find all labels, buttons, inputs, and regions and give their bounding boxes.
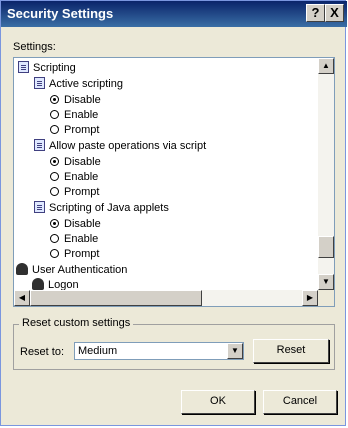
- radio-active-scripting-disable[interactable]: Disable: [50, 93, 101, 108]
- chevron-down-icon[interactable]: ▼: [227, 343, 243, 359]
- tree-item-label: Allow paste operations via script: [49, 140, 207, 152]
- radio-label: Enable: [64, 233, 99, 245]
- scroll-down-button[interactable]: ▼: [318, 274, 334, 290]
- radio-allow-paste-prompt[interactable]: Prompt: [50, 185, 99, 200]
- radio-java-applets-enable[interactable]: Enable: [50, 232, 98, 247]
- close-button[interactable]: X: [325, 4, 344, 22]
- radio-label: Prompt: [64, 124, 100, 136]
- settings-icon: [18, 61, 29, 73]
- radio-label: Enable: [64, 171, 99, 183]
- radio-active-scripting-enable[interactable]: Enable: [50, 108, 98, 123]
- tree-item-user-authentication[interactable]: User Authentication: [16, 263, 127, 278]
- scroll-thumb[interactable]: [318, 236, 334, 258]
- radio-allow-paste-enable[interactable]: Enable: [50, 170, 98, 185]
- radio-icon[interactable]: [50, 125, 59, 134]
- user-icon: [16, 263, 28, 275]
- reset-group-title: Reset custom settings: [19, 317, 134, 329]
- scroll-left-button[interactable]: ◀: [14, 290, 30, 306]
- settings-icon: [34, 139, 45, 151]
- settings-icon: [34, 201, 45, 213]
- radio-label: Prompt: [64, 186, 100, 198]
- tree-item-scripting[interactable]: Scripting: [18, 61, 76, 76]
- settings-tree[interactable]: Scripting Active scripting Disable Enabl…: [13, 57, 335, 307]
- reset-to-dropdown[interactable]: Medium ▼: [74, 342, 244, 360]
- reset-to-label: Reset to:: [20, 346, 65, 358]
- tree-item-java-applets[interactable]: Scripting of Java applets: [34, 201, 169, 216]
- tree-item-label: Active scripting: [49, 78, 123, 90]
- settings-icon: [34, 77, 45, 89]
- scroll-up-button[interactable]: ▲: [318, 58, 334, 74]
- help-button[interactable]: ?: [306, 4, 325, 22]
- radio-label: Disable: [64, 94, 101, 106]
- tree-item-label: Scripting of Java applets: [49, 202, 169, 214]
- scroll-thumb-horizontal[interactable]: [30, 290, 202, 306]
- horizontal-scrollbar[interactable]: ◀ ▶: [14, 290, 318, 306]
- radio-java-applets-prompt[interactable]: Prompt: [50, 247, 99, 262]
- ok-button[interactable]: OK: [181, 390, 255, 414]
- radio-icon[interactable]: [50, 172, 59, 181]
- title-bar[interactable]: Security Settings ? X: [1, 1, 347, 27]
- radio-label: Disable: [64, 156, 101, 168]
- radio-icon[interactable]: [50, 110, 59, 119]
- radio-icon[interactable]: [50, 234, 59, 243]
- reset-to-value: Medium: [78, 345, 118, 357]
- tree-item-active-scripting[interactable]: Active scripting: [34, 77, 123, 92]
- scrollbar-corner: [318, 290, 334, 306]
- reset-button[interactable]: Reset: [253, 339, 329, 363]
- scroll-right-button[interactable]: ▶: [302, 290, 318, 306]
- vertical-scrollbar[interactable]: ▲ ▼: [318, 58, 334, 290]
- radio-allow-paste-disable[interactable]: Disable: [50, 155, 101, 170]
- radio-label: Disable: [64, 218, 101, 230]
- radio-selected-icon[interactable]: [50, 157, 59, 166]
- user-icon: [32, 278, 44, 290]
- cancel-button[interactable]: Cancel: [263, 390, 337, 414]
- radio-icon[interactable]: [50, 249, 59, 258]
- settings-label: Settings:: [13, 41, 56, 53]
- radio-selected-icon[interactable]: [50, 219, 59, 228]
- window-title: Security Settings: [7, 6, 114, 21]
- radio-active-scripting-prompt[interactable]: Prompt: [50, 123, 99, 138]
- tree-item-label: Scripting: [33, 62, 76, 74]
- radio-label: Enable: [64, 109, 99, 121]
- radio-label: Prompt: [64, 248, 100, 260]
- radio-java-applets-disable[interactable]: Disable: [50, 217, 101, 232]
- radio-selected-icon[interactable]: [50, 95, 59, 104]
- radio-icon[interactable]: [50, 187, 59, 196]
- tree-item-label: User Authentication: [32, 264, 128, 276]
- security-settings-dialog: Security Settings ? X Settings: Scriptin…: [0, 0, 347, 426]
- tree-item-allow-paste[interactable]: Allow paste operations via script: [34, 139, 206, 154]
